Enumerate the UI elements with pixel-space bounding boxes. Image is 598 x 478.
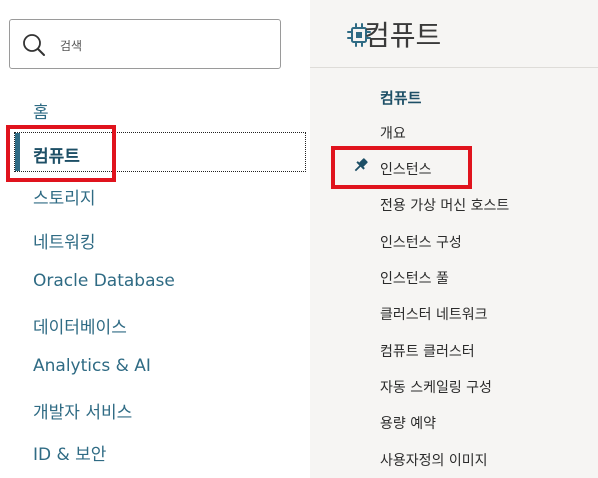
submenu-item-dedicated-vm-hosts[interactable]: 전용 가상 머신 호스트	[380, 195, 509, 215]
submenu-item-compute-clusters[interactable]: 컴퓨트 클러스터	[380, 341, 475, 361]
nav-item-networking[interactable]: 네트워킹	[33, 228, 96, 253]
nav-item-analytics-ai[interactable]: Analytics & AI	[33, 356, 151, 376]
search-input[interactable]: 검색	[9, 19, 281, 69]
nav-item-compute[interactable]: 컴퓨트	[33, 142, 80, 167]
submenu-item-overview[interactable]: 개요	[380, 123, 406, 143]
submenu-item-instance-configurations[interactable]: 인스턴스 구성	[380, 232, 462, 252]
nav-item-active-indicator	[15, 133, 20, 171]
submenu-item-capacity-reservations[interactable]: 용량 예약	[380, 413, 436, 433]
search-icon	[23, 34, 45, 56]
section-heading: 컴퓨트	[380, 89, 422, 107]
nav-item-database[interactable]: 데이터베이스	[33, 313, 127, 338]
pin-icon[interactable]	[352, 156, 370, 174]
nav-item-storage[interactable]: 스토리지	[33, 184, 96, 209]
nav-item-home[interactable]: 홈	[33, 98, 49, 123]
panel-title: 컴퓨트	[364, 19, 442, 52]
search-placeholder: 검색	[60, 39, 83, 53]
submenu-item-instances[interactable]: 인스턴스	[380, 159, 432, 179]
submenu-item-cluster-networks[interactable]: 클러스터 네트워크	[380, 304, 488, 324]
submenu-item-custom-images[interactable]: 사용자정의 이미지	[380, 450, 488, 470]
submenu-item-autoscaling-configurations[interactable]: 자동 스케일링 구성	[380, 377, 492, 397]
navigation-menu: 검색 홈 컴퓨트 스토리지 네트워킹 Oracle Database 데이터베이…	[0, 0, 310, 478]
panel-divider	[310, 67, 598, 68]
nav-item-identity-security[interactable]: ID & 보안	[33, 440, 106, 465]
nav-item-developer-services[interactable]: 개발자 서비스	[33, 398, 132, 423]
nav-item-oracle-database[interactable]: Oracle Database	[33, 271, 175, 291]
submenu-item-instance-pools[interactable]: 인스턴스 풀	[380, 268, 449, 288]
